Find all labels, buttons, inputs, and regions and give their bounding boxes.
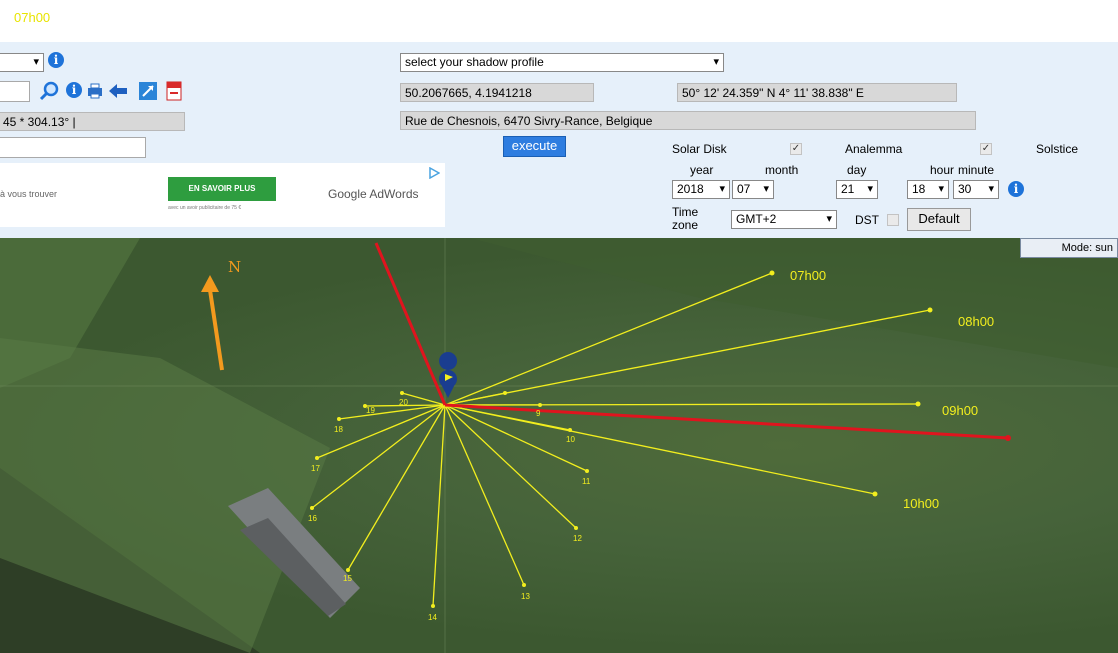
hour-label: hour [930,163,955,177]
small-hour-17: 17 [311,464,320,473]
small-hour-20: 20 [399,398,408,407]
shadow-line-08 [444,309,931,406]
ad-cta-button[interactable]: EN SAVOIR PLUS [168,177,276,201]
top-time-label: 07h00 [14,10,51,25]
info-icon[interactable]: i [48,52,64,68]
map-overlay: N 07h00 08h00 09h00 10h00 9 10 11 12 13 … [0,238,1118,653]
shadow-line-e [444,404,577,529]
ad-left-text: à vous trouver [0,189,58,199]
hour-label-08: 08h00 [958,314,994,329]
small-input[interactable] [0,81,30,102]
dms-coordinates: 50° 12' 24.359" N 4° 11' 38.838" E [677,83,957,102]
minute-label: minute [958,163,995,177]
sun-direction-line [374,242,447,406]
execute-button[interactable]: execute [503,136,566,157]
small-hour-13: 13 [521,592,530,601]
pdf-icon[interactable] [164,81,184,101]
hour-select[interactable]: 18 [907,180,949,199]
small-hour-12: 12 [573,534,582,543]
shadow-line-a [444,392,506,406]
month-label: month [765,163,799,177]
analemma-label: Analemma [845,142,903,156]
ad-cta-sub: avec un avoir publicitaire de 75 € [168,205,242,211]
small-hour-19: 19 [366,406,375,415]
month-select[interactable]: 07 [732,180,774,199]
shadow-line-g [432,404,446,607]
north-label: N [228,258,241,276]
ad-choices-icon[interactable] [428,166,441,180]
analemma-checkbox[interactable]: ✓ [980,143,992,155]
small-hour-10: 10 [566,435,575,444]
shadow-line-i [311,404,446,509]
shadow-lines [311,272,931,607]
timezone-select[interactable]: GMT+2 [731,210,837,229]
small-hour-18: 18 [334,425,343,434]
timezone-label: Time zone [672,206,698,232]
dst-checkbox[interactable] [887,214,899,226]
solar-disk-checkbox[interactable]: ✓ [790,143,802,155]
solar-disk-label: Solar Disk [672,142,727,156]
mode-indicator: Mode: sun [1020,238,1118,258]
north-arrow-head [201,275,219,292]
shadow-line-h [347,404,446,571]
ad-brand: Google AdWords [328,187,419,201]
hour-label-09: 09h00 [942,403,978,418]
timezone-label-line1: Time [672,205,699,219]
fullscreen-icon[interactable] [138,81,158,101]
year-label: year [690,163,714,177]
location-marker-icon[interactable] [439,352,458,398]
shadow-profile-select[interactable]: select your shadow profile [400,53,724,72]
dst-label: DST [855,213,879,227]
left-dropdown[interactable] [0,53,44,72]
shadow-line-m [401,392,446,406]
back-arrow-icon[interactable] [108,82,128,100]
small-hour-9: 9 [536,409,541,418]
minute-select[interactable]: 30 [953,180,999,199]
azimuth-readout: 45 * 304.13° | [0,112,185,131]
north-arrow [208,289,224,371]
print-icon[interactable] [86,82,104,100]
small-hour-15: 15 [343,574,352,583]
satellite-map[interactable]: N 07h00 08h00 09h00 10h00 9 10 11 12 13 … [0,238,1118,653]
solstice-label: Solstice [1036,142,1079,156]
shadow-end-point [1005,435,1011,441]
default-button[interactable]: Default [907,208,971,231]
hour-label-10: 10h00 [903,496,939,511]
address-field: Rue de Chesnois, 6470 Sivry-Rance, Belgi… [400,111,976,130]
magnifier-icon[interactable] [38,80,60,102]
ad-banner[interactable]: à vous trouver EN SAVOIR PLUS avec un av… [0,163,445,227]
shadow-line-f [444,404,525,586]
timezone-label-line2: zone [672,218,699,232]
time-info-icon[interactable]: i [1008,181,1024,197]
hour-label-07: 07h00 [790,268,826,283]
year-select[interactable]: 2018 [672,180,730,199]
decimal-coordinates: 50.2067665, 4.1941218 [400,83,594,102]
day-select[interactable]: 21 [836,180,878,199]
small-hour-11: 11 [582,477,591,486]
search-input[interactable] [0,137,146,158]
small-hour-14: 14 [428,613,437,622]
small-hour-16: 16 [308,514,317,523]
day-label: day [847,163,867,177]
shadow-line-07 [444,272,773,406]
info-icon-2[interactable]: i [66,82,82,98]
